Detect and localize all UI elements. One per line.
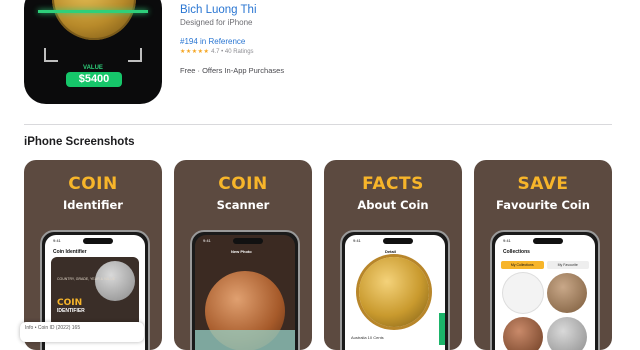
screenshot-subhead: About Coin	[357, 198, 429, 212]
card-caption: COUNTRY, GRADE, YEAR & VALUE	[57, 277, 116, 281]
price-info: Free · Offers In-App Purchases	[180, 66, 285, 75]
scan-line	[38, 10, 148, 13]
phone-mockup: 9:41 New Photo	[190, 230, 300, 350]
frame-corner	[128, 48, 142, 62]
screenshot-headline: FACTS	[362, 174, 424, 194]
category-rank-link[interactable]: #194 in Reference	[180, 37, 245, 46]
screenshot-card[interactable]: COIN Scanner 9:41 New Photo	[174, 160, 312, 350]
designed-for: Designed for iPhone	[180, 18, 253, 27]
coin-label: Australia 10 Cents	[351, 335, 384, 340]
collection-tabs: My Collections My Favourite	[501, 261, 589, 269]
screenshot-headline: SAVE	[517, 174, 569, 194]
screen-title: Detail	[385, 249, 396, 254]
rating-text: 4.7 • 40 Ratings	[211, 49, 254, 55]
screenshot-subhead: Scanner	[216, 198, 270, 212]
tab-my-collections[interactable]: My Collections	[501, 261, 544, 269]
screenshot-card[interactable]: FACTS About Coin 9:41 Detail Australia 1…	[324, 160, 462, 350]
divider	[24, 124, 612, 125]
scan-overlay	[195, 330, 295, 350]
screenshot-headline: COIN	[68, 174, 118, 194]
section-title: iPhone Screenshots	[24, 136, 135, 148]
app-icon: VALUE $5400	[24, 0, 162, 104]
phone-mockup: 9:41 Detail Australia 10 Cents	[340, 230, 450, 350]
star-icons: ★★★★★	[180, 49, 210, 55]
screen-title: Collections	[503, 249, 530, 255]
screenshot-subhead: Favourite Coin	[496, 198, 590, 212]
screenshot-subhead: Identifier	[63, 198, 123, 212]
screenshot-card[interactable]: SAVE Favourite Coin 9:41 Collections My …	[474, 160, 612, 350]
overlay-banner: Info • Coin ID (2022) 165	[20, 322, 144, 342]
badge-subtitle: IDENTIFIER	[57, 308, 85, 314]
phone-mockup: 9:41 Collections My Collections My Favou…	[490, 230, 600, 350]
screen-title: Coin Identifier	[53, 249, 87, 255]
badge-title: COIN	[57, 298, 83, 308]
value-label: VALUE	[83, 65, 103, 71]
coin-thumb[interactable]	[503, 273, 543, 313]
status-time: 9:41	[503, 238, 511, 243]
status-time: 9:41	[353, 238, 361, 243]
value-amount: $5400	[66, 72, 122, 87]
frame-corner	[44, 48, 58, 62]
status-time: 9:41	[53, 238, 61, 243]
screenshot-headline: COIN	[218, 174, 268, 194]
coin-image	[95, 261, 135, 301]
rating: ★★★★★ 4.7 • 40 Ratings	[180, 48, 254, 55]
coin-image	[52, 0, 136, 40]
status-time: 9:41	[203, 238, 211, 243]
coin-image	[359, 257, 429, 327]
identifier-card: COUNTRY, GRADE, YEAR & VALUE COIN IDENTI…	[51, 257, 139, 329]
tab-my-favourite[interactable]: My Favourite	[546, 261, 589, 269]
developer-link[interactable]: Bich Luong Thi	[180, 4, 257, 16]
screen-title: New Photo	[231, 249, 252, 254]
side-tab	[439, 313, 445, 345]
coin-thumb[interactable]	[547, 273, 587, 313]
